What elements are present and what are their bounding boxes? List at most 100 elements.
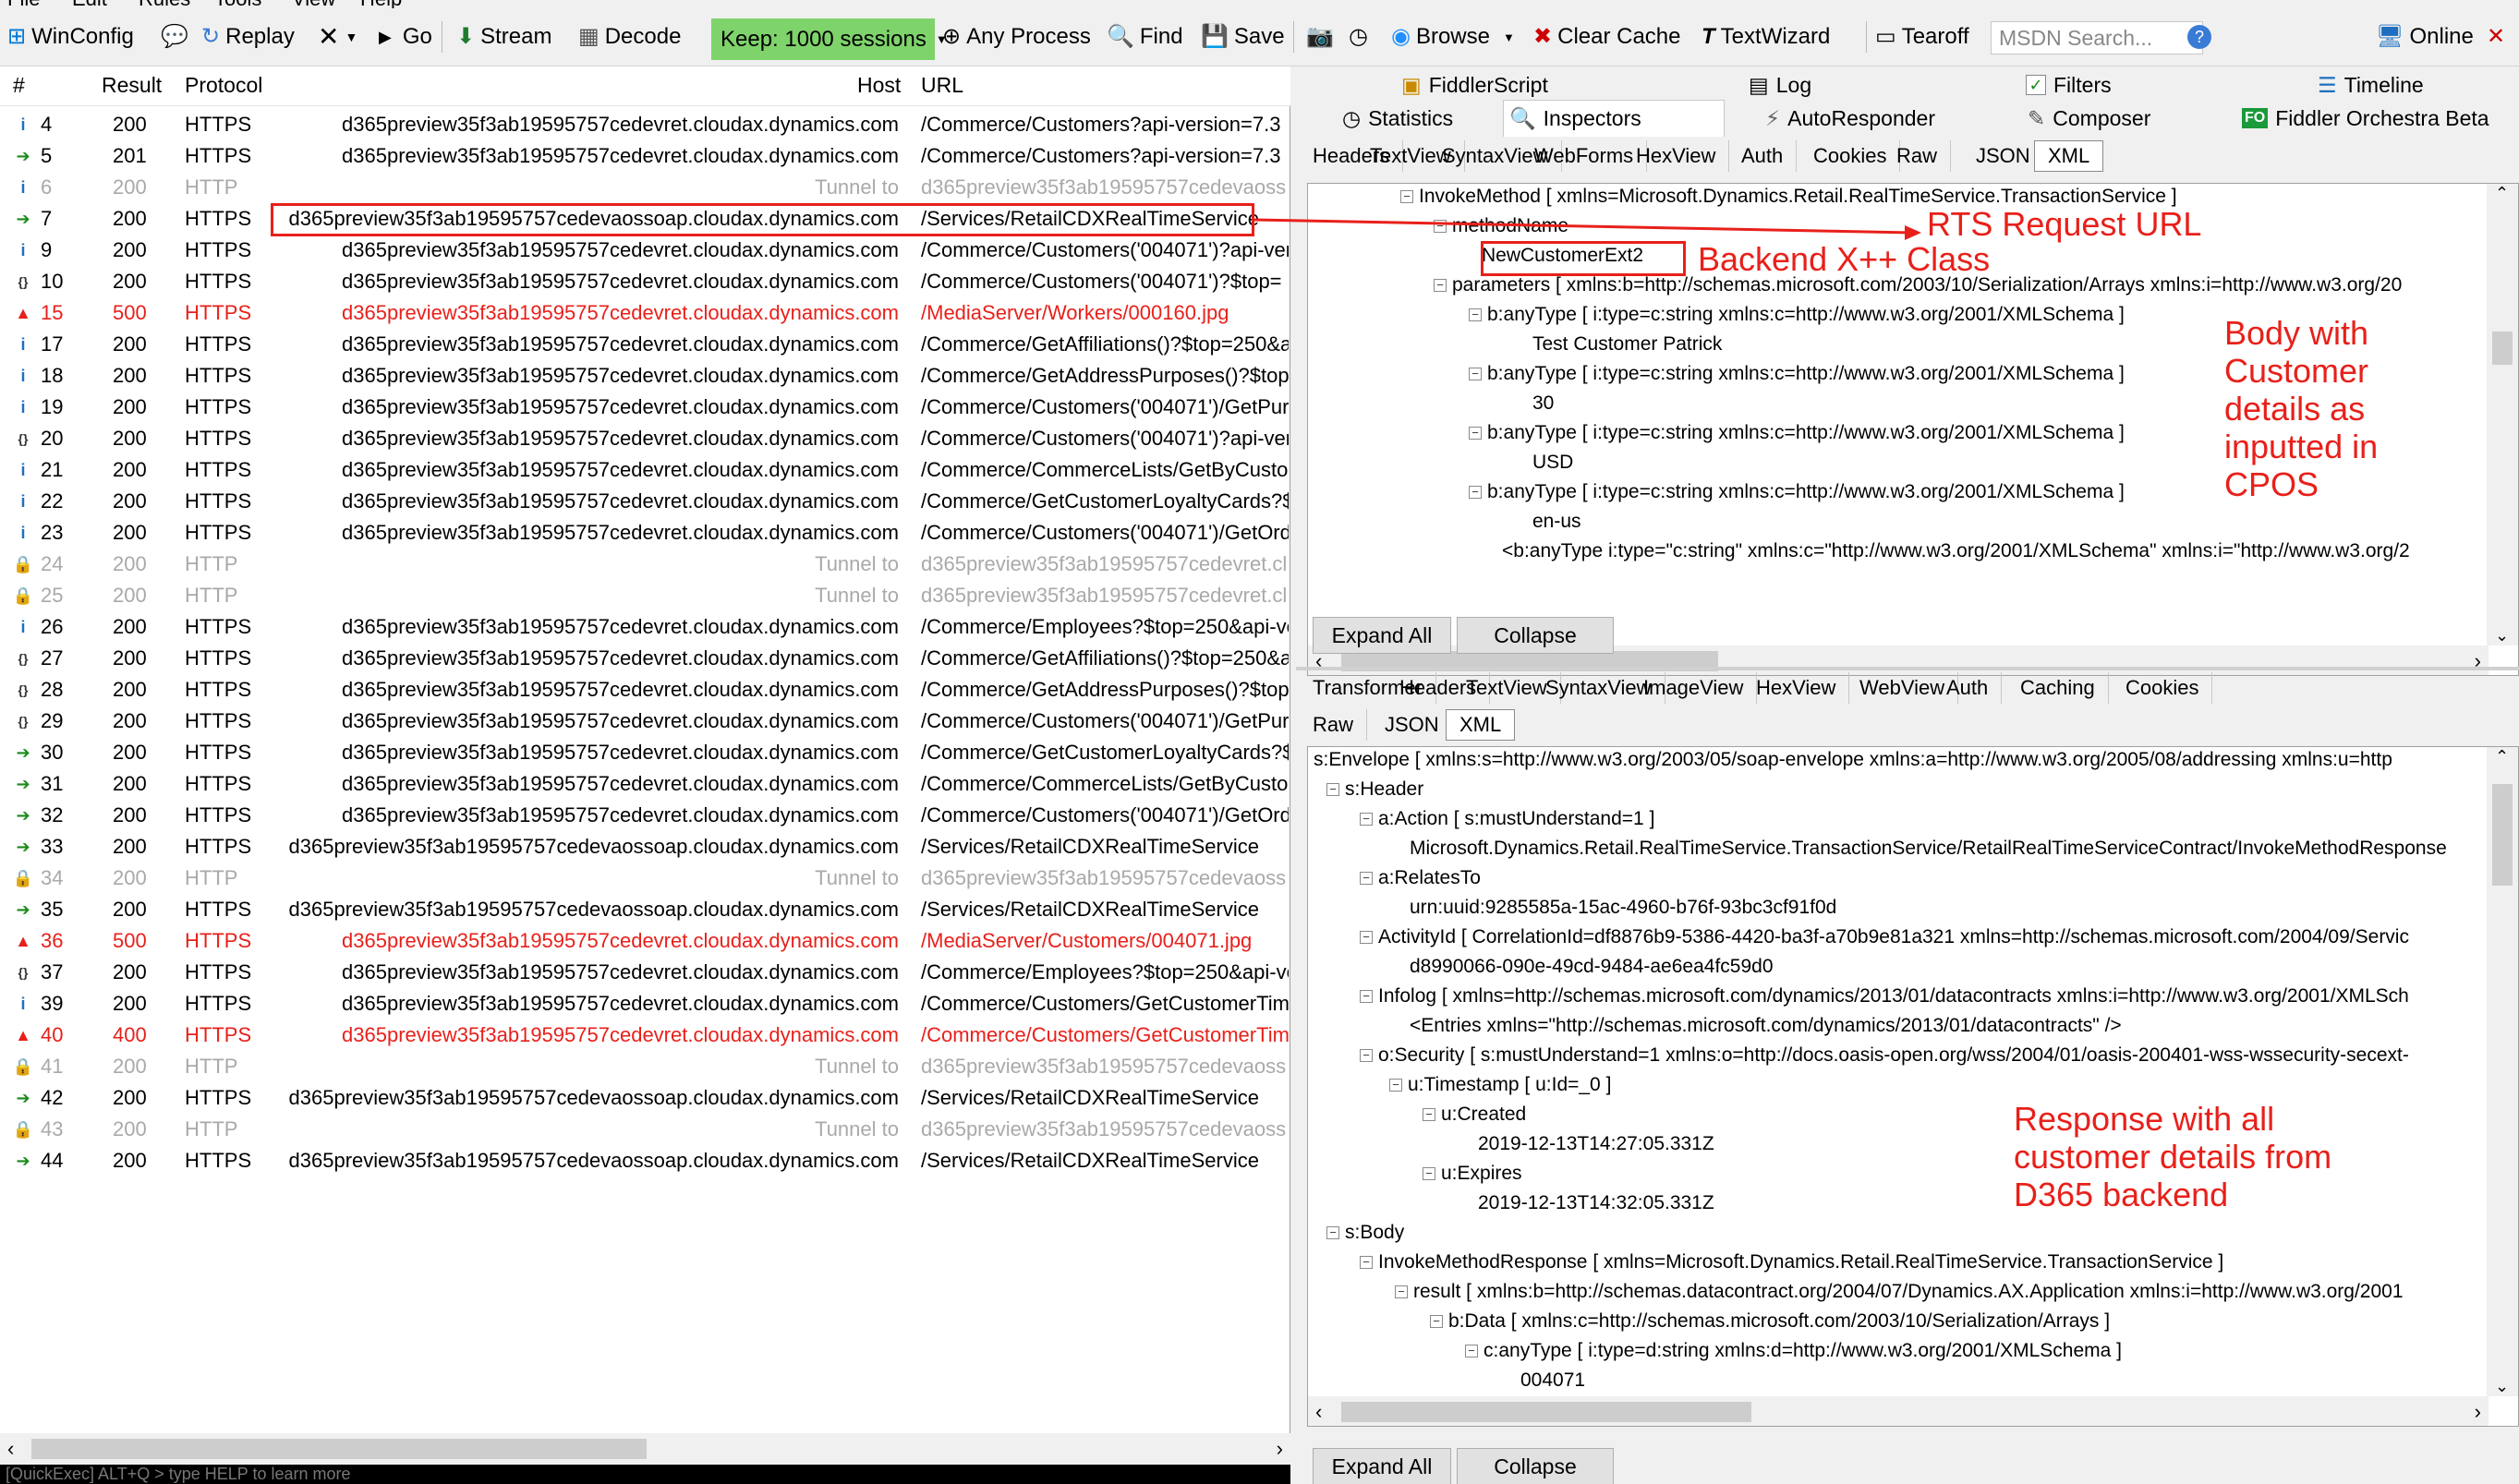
request-tab-json[interactable]: JSON [1963, 140, 2044, 172]
tree-node[interactable]: − o:Security [ s:mustUnderstand=1 xmlns:o… [1360, 1044, 2409, 1067]
collapse-icon[interactable]: − [1360, 872, 1373, 886]
comment-button[interactable]: 💬 [161, 19, 188, 54]
scroll-left-icon[interactable]: ‹ [1315, 1400, 1322, 1424]
request-tab-xml[interactable]: XML [2034, 140, 2104, 172]
tree-node[interactable]: en-us [1532, 511, 1581, 533]
textwizard-button[interactable]: T TextWizard [1702, 19, 1830, 54]
table-row[interactable]: 🔒 43 200 HTTP Tunnel to d365preview35f3ab1959… [0, 1114, 1290, 1145]
help-button[interactable]: ? [2187, 19, 2211, 54]
table-row[interactable]: ➔ 44 200 HTTPS d365preview35f3ab19595757cede… [0, 1145, 1290, 1176]
menu-rules[interactable]: Rules [139, 0, 190, 8]
scrollbar-thumb[interactable] [31, 1439, 647, 1459]
table-row[interactable]: ➔ 42 200 HTTPS d365preview35f3ab19595757cede… [0, 1082, 1290, 1114]
tree-node[interactable]: 2019-12-13T14:27:05.331Z [1478, 1133, 1714, 1155]
go-button[interactable]: ▶ Go [379, 19, 432, 54]
table-row[interactable]: i 19 200 HTTPS d365preview35f3ab19595757cede… [0, 392, 1290, 423]
session-list-horizontal-scrollbar[interactable]: ‹ › [0, 1433, 1290, 1465]
response-collapse-button[interactable]: Collapse [1457, 1448, 1614, 1484]
column-header-num[interactable]: # [13, 73, 25, 98]
response-tab-imageview[interactable]: ImageView [1630, 672, 1758, 704]
scrollbar-thumb[interactable] [1341, 1402, 1751, 1422]
scroll-down-icon[interactable]: ⌄ [2495, 1377, 2509, 1396]
response-tab-cookies[interactable]: Cookies [2113, 672, 2213, 704]
response-tab-caching[interactable]: Caching [2007, 672, 2109, 704]
tree-node[interactable]: d8990066-090e-49cd-9484-ae6ea4fc59d0 [1410, 956, 1774, 978]
clear-cache-button[interactable]: ✖ Clear Cache [1533, 19, 1681, 54]
tree-node[interactable]: − b:anyType [ i:type=c:string xmlns:c=htt… [1469, 304, 2125, 326]
table-row[interactable]: i 6 200 HTTP Tunnel to d365preview35f3ab19595… [0, 172, 1290, 203]
response-vertical-scrollbar[interactable]: ⌃ ⌄ [2487, 747, 2518, 1396]
find-button[interactable]: 🔍 Find [1107, 19, 1183, 54]
response-tab-xml[interactable]: XML [1446, 709, 1516, 741]
table-row[interactable]: {} 28 200 HTTPS d365preview35f3ab19595757ced… [0, 674, 1290, 706]
tree-node[interactable]: − a:RelatesTo [1360, 867, 1481, 889]
tab-filters[interactable]: ✓ Filters [2020, 68, 2117, 102]
table-row[interactable]: i 18 200 HTTPS d365preview35f3ab19595757cede… [0, 360, 1290, 392]
save-button[interactable]: 💾 Save [1201, 19, 1285, 54]
tree-node[interactable]: urn:uuid:9285585a-15ac-4960-b76f-93bc3cf… [1410, 897, 1836, 919]
tree-node[interactable]: − u:Created [1423, 1104, 1526, 1126]
table-row[interactable]: ➔ 30 200 HTTPS d365preview35f3ab19595757cede… [0, 737, 1290, 768]
menu-tools[interactable]: Tools [214, 0, 261, 8]
scroll-down-icon[interactable]: ⌄ [2495, 626, 2509, 645]
tree-node[interactable]: − u:Expires [1423, 1163, 1522, 1185]
scroll-up-icon[interactable]: ⌃ [2495, 747, 2509, 766]
menu-help[interactable]: Help [360, 0, 402, 8]
scroll-right-icon[interactable]: › [1277, 1437, 1283, 1461]
collapse-icon[interactable]: − [1423, 1167, 1435, 1181]
column-header-url[interactable]: URL [921, 73, 963, 98]
table-row[interactable]: i 17 200 HTTPS d365preview35f3ab19595757cede… [0, 329, 1290, 360]
tree-node[interactable]: − c:anyType [ i:type=d:string xmlns:d=htt… [1465, 1340, 2122, 1362]
winconfig-button[interactable]: ⊞ WinConfig [7, 19, 134, 54]
response-tab-raw[interactable]: Raw [1300, 709, 1368, 741]
tree-node[interactable]: − b:Data [ xmlns:c=http://schemas.microso… [1430, 1310, 2110, 1333]
close-toolbar-button[interactable]: ✕ [2487, 19, 2505, 54]
replay-button[interactable]: ↻ Replay [201, 19, 295, 54]
tree-node[interactable]: Test Customer Patrick [1532, 333, 1722, 356]
tree-node[interactable]: − b:anyType [ i:type=c:string xmlns:c=htt… [1469, 363, 2125, 385]
collapse-icon[interactable]: − [1465, 1345, 1478, 1358]
table-row[interactable]: ➔ 32 200 HTTPS d365preview35f3ab19595757cede… [0, 800, 1290, 831]
response-tab-json[interactable]: JSON [1372, 709, 1453, 741]
tree-node[interactable]: Microsoft.Dynamics.Retail.RealTimeServic… [1410, 838, 2447, 860]
tab-fiddler-orchestra[interactable]: FO Fiddler Orchestra Beta [2236, 102, 2495, 135]
collapse-icon[interactable]: − [1360, 1256, 1373, 1270]
tree-node[interactable]: − Infolog [ xmlns=http://schemas.microsof… [1360, 985, 2409, 1007]
tree-node[interactable]: − u:Timestamp [ u:Id=_0 ] [1389, 1074, 1611, 1096]
tree-node[interactable]: − ActivityId [ CorrelationId=df8876b9-538… [1360, 926, 2409, 948]
request-tab-auth[interactable]: Auth [1728, 140, 1798, 172]
timer-button[interactable]: ◷ [1349, 19, 1368, 54]
table-row[interactable]: 🔒 24 200 HTTP Tunnel to d365preview35f3ab1959… [0, 549, 1290, 580]
tree-node[interactable]: <b:anyType i:type="c:string" xmlns:c="ht… [1502, 540, 2410, 562]
column-header-result[interactable]: Result [102, 73, 162, 98]
tree-node[interactable]: 2019-12-13T14:32:05.331Z [1478, 1192, 1714, 1214]
tree-node[interactable]: USD [1532, 452, 1573, 474]
column-header-host[interactable]: Host [857, 73, 901, 98]
table-row[interactable]: 🔒 34 200 HTTP Tunnel to d365preview35f3ab1959… [0, 863, 1290, 894]
menu-view[interactable]: View [292, 0, 335, 8]
table-row[interactable]: i 22 200 HTTPS d365preview35f3ab19595757cede… [0, 486, 1290, 517]
collapse-icon[interactable]: − [1360, 1049, 1373, 1063]
tree-node[interactable]: 004071 [1520, 1369, 1585, 1392]
quickexec-bar[interactable]: [QuickExec] ALT+Q > type HELP to learn m… [0, 1465, 1290, 1484]
table-row[interactable]: {} 10 200 HTTPS d365preview35f3ab19595757ced… [0, 266, 1290, 297]
collapse-icon[interactable]: − [1360, 813, 1373, 826]
scroll-up-icon[interactable]: ⌃ [2495, 184, 2509, 203]
table-row[interactable]: {} 27 200 HTTPS d365preview35f3ab19595757ced… [0, 643, 1290, 674]
collapse-icon[interactable]: − [1469, 427, 1482, 440]
request-collapse-button[interactable]: Collapse [1457, 617, 1614, 654]
any-process-button[interactable]: ⊕ Any Process [942, 19, 1091, 54]
collapse-icon[interactable]: − [1430, 1315, 1443, 1329]
tab-log[interactable]: ▤ Log [1743, 68, 1817, 102]
scrollbar-thumb[interactable] [2492, 332, 2513, 365]
collapse-icon[interactable]: − [1360, 990, 1373, 1004]
msdn-search-input[interactable]: MSDN Search... [1991, 21, 2203, 54]
tree-node[interactable]: − b:anyType [ i:type=c:string xmlns:c=htt… [1469, 422, 2125, 444]
scroll-left-icon[interactable]: ‹ [7, 1437, 14, 1461]
table-row[interactable]: {} 37 200 HTTPS d365preview35f3ab19595757ced… [0, 957, 1290, 988]
table-row[interactable]: ▲ 36 500 HTTPS d365preview35f3ab19595757cede… [0, 925, 1290, 957]
tree-node[interactable]: − s:Body [1326, 1222, 1404, 1244]
tearoff-button[interactable]: ▭ Tearoff [1875, 19, 1969, 54]
response-tab-hexview[interactable]: HexView [1743, 672, 1850, 704]
table-row[interactable]: ▲ 15 500 HTTPS d365preview35f3ab19595757cede… [0, 297, 1290, 329]
